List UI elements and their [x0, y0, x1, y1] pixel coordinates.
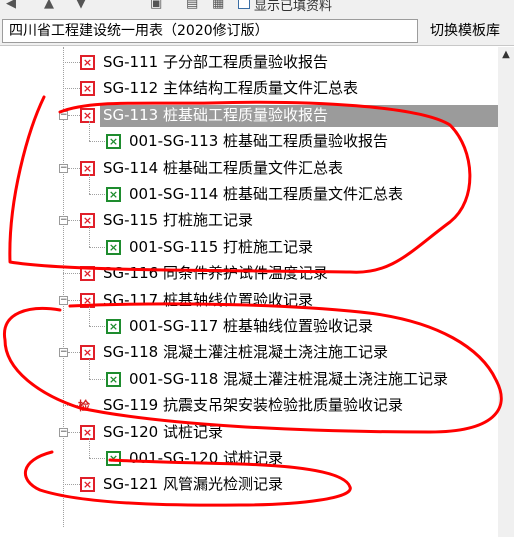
tree-item-label[interactable]: SG-115 打桩施工记录	[100, 210, 256, 232]
tree-row[interactable]: × 001-SG-115 打桩施工记录	[0, 227, 498, 259]
tree-item-label[interactable]: SG-116 同条件养护试件温度记录	[100, 263, 331, 285]
switch-template-library-button[interactable]: 切换模板库	[424, 19, 514, 43]
tree-connector	[63, 88, 80, 89]
empty-form-icon: ×	[80, 55, 95, 70]
collapse-toggle-icon[interactable]: −	[59, 111, 68, 120]
tree-connector	[68, 432, 80, 433]
collapse-toggle-icon[interactable]: −	[59, 348, 68, 357]
empty-form-icon: ×	[80, 213, 95, 228]
tree-item-label[interactable]: SG-114 桩基础工程质量文件汇总表	[100, 158, 346, 180]
tree-row[interactable]: − × SG-120 试桩记录	[0, 420, 498, 444]
collapse-toggle-icon[interactable]: −	[59, 164, 68, 173]
tree-connector	[89, 194, 105, 195]
template-tree: × SG-111 子分部工程质量验收报告 × SG-112 主体结构工程质量文件汇总表…	[0, 47, 498, 537]
grid-icon[interactable]: ▦	[212, 0, 224, 11]
arrow-up-icon[interactable]: ▲	[44, 0, 54, 11]
tree-connector	[68, 115, 80, 116]
empty-form-icon: ×	[80, 108, 95, 123]
tree-item-label[interactable]: 001-SG-117 桩基轴线位置验收记录	[126, 316, 376, 338]
document-icon[interactable]: ▤	[186, 0, 198, 11]
tree-connector	[89, 326, 105, 327]
tree-row[interactable]: 检 SG-119 抗震支吊架安装检验批质量验收记录	[0, 393, 498, 417]
tree-item-label[interactable]: SG-113 桩基础工程质量验收报告	[100, 105, 498, 127]
folder-icon[interactable]: ▣	[150, 0, 162, 11]
tree-connector	[89, 438, 90, 458]
empty-form-icon: ×	[80, 425, 95, 440]
filled-form-icon: ×	[106, 134, 121, 149]
toolbar: ◀ ▲ ▼ ▣ ▤ ▦ 显示已填资料	[0, 0, 514, 16]
inspection-icon: 检	[78, 399, 91, 413]
tree-connector	[89, 379, 105, 380]
collapse-toggle-icon[interactable]: −	[59, 428, 68, 437]
filled-form-icon: ×	[106, 372, 121, 387]
tree-connector	[63, 62, 80, 63]
arrow-left-icon[interactable]: ◀	[6, 0, 16, 11]
tree-connector	[89, 174, 90, 194]
tree-row[interactable]: × 001-SG-114 桩基础工程质量文件汇总表	[0, 174, 498, 206]
tree-scrollbar[interactable]: ▲	[498, 47, 514, 537]
tree-item-label[interactable]: SG-118 混凝土灌注桩混凝土浇注施工记录	[100, 342, 391, 364]
collapse-toggle-icon[interactable]: −	[59, 296, 68, 305]
tree-row[interactable]: − × SG-115 打桩施工记录	[0, 208, 498, 232]
tree-connector	[63, 484, 80, 485]
tree-row[interactable]: × 001-SG-117 桩基轴线位置验收记录	[0, 306, 498, 338]
tree-connector	[89, 227, 90, 247]
collapse-toggle-icon[interactable]: −	[59, 216, 68, 225]
tree-row[interactable]: × SG-121 风管漏光检测记录	[0, 472, 498, 496]
tree-connector	[89, 141, 105, 142]
tree-connector	[89, 359, 90, 379]
tree-connector	[89, 458, 105, 459]
tree-connector	[68, 352, 80, 353]
tree-row[interactable]: × SG-116 同条件养护试件温度记录	[0, 261, 498, 285]
tree-row[interactable]: × 001-SG-120 试桩记录	[0, 438, 498, 470]
tree-connector	[68, 220, 80, 221]
empty-form-icon: ×	[80, 81, 95, 96]
tree-row[interactable]: × SG-112 主体结构工程质量文件汇总表	[0, 76, 498, 100]
tree-item-label[interactable]: SG-112 主体结构工程质量文件汇总表	[100, 78, 361, 100]
tree-item-label[interactable]: SG-120 试桩记录	[100, 422, 226, 444]
tree-row[interactable]: × 001-SG-118 混凝土灌注桩混凝土浇注施工记录	[0, 359, 498, 391]
scroll-up-arrow-icon[interactable]: ▲	[498, 47, 514, 63]
tree-item-label[interactable]: SG-119 抗震支吊架安装检验批质量验收记录	[100, 395, 406, 417]
show-filled-checkbox[interactable]	[238, 0, 250, 9]
tree-item-label[interactable]: SG-117 桩基轴线位置验收记录	[100, 290, 316, 312]
empty-form-icon: ×	[80, 345, 95, 360]
tree-row[interactable]: × SG-111 子分部工程质量验收报告	[0, 50, 498, 74]
tree-connector	[89, 121, 90, 141]
tree-row[interactable]: − × SG-113 桩基础工程质量验收报告	[0, 103, 498, 127]
show-filled-label: 显示已填资料	[254, 0, 333, 14]
empty-form-icon: ×	[80, 293, 95, 308]
tree-item-label[interactable]: 001-SG-114 桩基础工程质量文件汇总表	[126, 184, 406, 206]
tree-connector	[63, 273, 80, 274]
filled-form-icon: ×	[106, 187, 121, 202]
tree-item-label[interactable]: 001-SG-115 打桩施工记录	[126, 237, 316, 259]
tree-item-label[interactable]: 001-SG-120 试桩记录	[126, 448, 286, 470]
tree-row[interactable]: × 001-SG-113 桩基础工程质量验收报告	[0, 121, 498, 153]
tree-item-label[interactable]: 001-SG-118 混凝土灌注桩混凝土浇注施工记录	[126, 369, 451, 391]
filled-form-icon: ×	[106, 451, 121, 466]
tree-connector	[68, 300, 80, 301]
tree-connector	[68, 168, 80, 169]
arrow-down-icon[interactable]: ▼	[76, 0, 86, 11]
table-set-select[interactable]: 四川省工程建设统一用表（2020修订版）	[2, 19, 418, 43]
tree-connector	[89, 247, 105, 248]
tree-item-label[interactable]: SG-121 风管漏光检测记录	[100, 474, 286, 496]
tree-item-label[interactable]: SG-111 子分部工程质量验收报告	[100, 52, 331, 74]
empty-form-icon: ×	[80, 477, 95, 492]
template-header: 四川省工程建设统一用表（2020修订版） 切换模板库	[0, 16, 514, 46]
tree-row[interactable]: − × SG-114 桩基础工程质量文件汇总表	[0, 156, 498, 180]
empty-form-icon: ×	[80, 266, 95, 281]
tree-connector	[89, 306, 90, 326]
filled-form-icon: ×	[106, 319, 121, 334]
tree-item-label[interactable]: 001-SG-113 桩基础工程质量验收报告	[126, 131, 391, 153]
empty-form-icon: ×	[80, 161, 95, 176]
tree-row[interactable]: − × SG-118 混凝土灌注桩混凝土浇注施工记录	[0, 340, 498, 364]
tree-row[interactable]: − × SG-117 桩基轴线位置验收记录	[0, 288, 498, 312]
filled-form-icon: ×	[106, 240, 121, 255]
